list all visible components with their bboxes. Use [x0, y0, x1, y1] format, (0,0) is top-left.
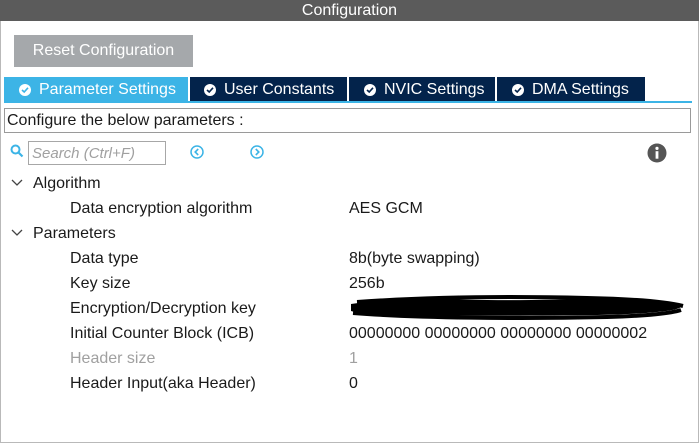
group-label: Algorithm — [33, 175, 101, 192]
tab-dma-settings[interactable]: DMA Settings — [497, 77, 645, 102]
param-value: 1 — [349, 350, 358, 367]
group-label: Parameters — [33, 225, 116, 242]
chevron-down-icon[interactable] — [11, 228, 23, 238]
param-name: Key size — [70, 275, 131, 292]
param-name: Data encryption algorithm — [70, 200, 253, 217]
previous-match-icon[interactable] — [190, 145, 204, 159]
param-row-data-type[interactable]: Data type 8b(byte swapping) — [0, 246, 697, 271]
tab-underline — [4, 101, 692, 103]
tab-label: Parameter Settings — [39, 81, 176, 98]
param-value[interactable]: AES GCM — [349, 196, 423, 221]
check-circle-icon — [204, 83, 216, 96]
check-circle-icon — [512, 83, 524, 96]
group-parameters[interactable]: Parameters — [0, 221, 697, 246]
info-icon[interactable] — [647, 143, 667, 163]
param-name: Initial Counter Block (ICB) — [70, 325, 255, 342]
tab-bar: Parameter Settings User Constants NVIC S… — [4, 77, 645, 102]
param-row-icb[interactable]: Initial Counter Block (ICB) 00000000 000… — [0, 321, 697, 346]
next-match-icon[interactable] — [250, 145, 264, 159]
tab-label: User Constants — [224, 81, 335, 98]
check-circle-icon — [19, 83, 31, 96]
tab-user-constants[interactable]: User Constants — [190, 77, 349, 102]
search-icon[interactable] — [10, 144, 24, 163]
group-algorithm[interactable]: Algorithm — [0, 171, 697, 196]
param-row-header-input[interactable]: Header Input(aka Header) 0 — [0, 371, 697, 396]
check-circle-icon — [364, 83, 376, 96]
param-name: Header size — [70, 350, 156, 367]
tab-label: NVIC Settings — [384, 81, 485, 98]
tab-label: DMA Settings — [532, 81, 629, 98]
chevron-down-icon[interactable] — [11, 178, 23, 188]
window-title: Configuration — [0, 0, 699, 21]
param-value[interactable]: 00000000 00000000 00000000 00000002 — [349, 321, 647, 346]
param-value[interactable]: 8b(byte swapping) — [349, 246, 480, 271]
tab-parameter-settings[interactable]: Parameter Settings — [4, 77, 190, 102]
param-value[interactable]: 0 — [349, 371, 358, 396]
param-value[interactable]: 256b — [349, 271, 385, 296]
param-row-data-encryption-algorithm[interactable]: Data encryption algorithm AES GCM — [0, 196, 697, 221]
param-name: Data type — [70, 250, 139, 267]
tab-nvic-settings[interactable]: NVIC Settings — [349, 77, 497, 102]
hint-text: Configure the below parameters : — [4, 108, 691, 133]
search-bar — [10, 140, 166, 166]
redaction-scribble — [351, 295, 684, 320]
search-input[interactable] — [28, 141, 166, 165]
param-row-key-size[interactable]: Key size 256b — [0, 271, 697, 296]
reset-configuration-button[interactable]: Reset Configuration — [14, 35, 193, 67]
param-name: Encryption/Decryption key — [70, 300, 256, 317]
param-row-header-size: Header size 1 — [0, 346, 697, 371]
param-name: Header Input(aka Header) — [70, 375, 256, 392]
